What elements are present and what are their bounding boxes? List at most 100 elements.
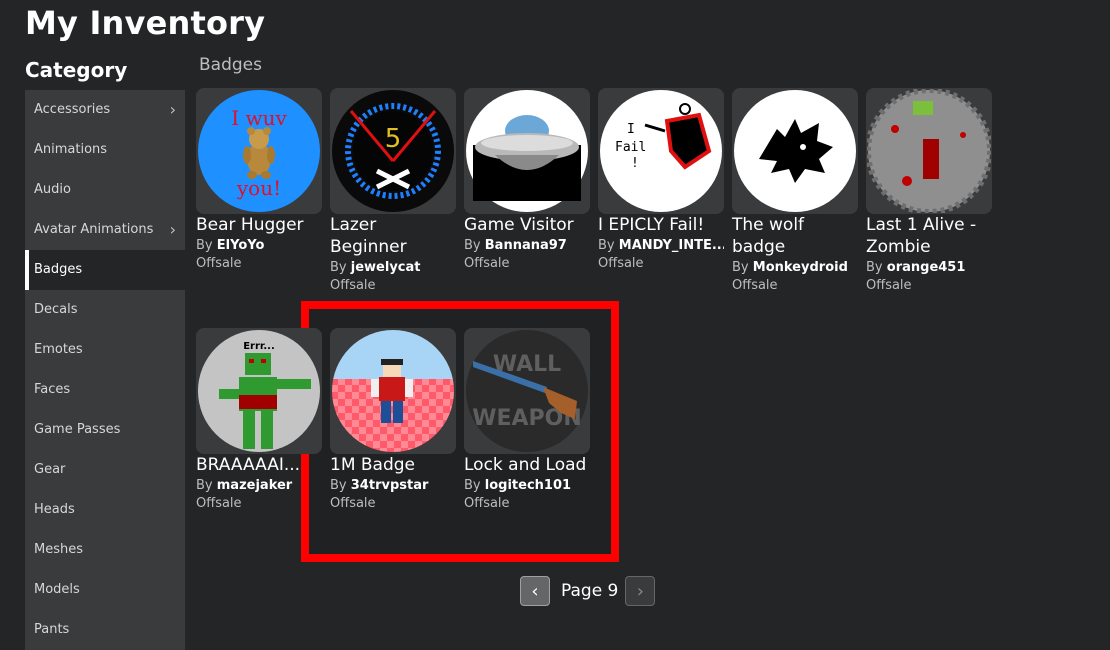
- item-price: Offsale: [196, 496, 242, 511]
- creator-link[interactable]: logitech101: [485, 478, 571, 493]
- sidebar-item-label: Avatar Animations: [34, 222, 154, 237]
- item-price: Offsale: [330, 278, 376, 293]
- item-creator: By mazejaker: [196, 478, 293, 493]
- item-name[interactable]: The wolf badge: [732, 214, 858, 258]
- item-name[interactable]: Lock and Load: [464, 454, 590, 476]
- svg-text:I wuv: I wuv: [231, 106, 287, 130]
- svg-text:5: 5: [385, 124, 402, 154]
- zombie-badge-icon: Errr...: [198, 330, 320, 452]
- item-card[interactable]: I wuv you! Bear Hugger By ElYoYo Offsale: [196, 88, 322, 271]
- item-price: Offsale: [732, 278, 778, 293]
- item-creator: By ElYoYo: [196, 238, 265, 253]
- chevron-right-icon: ›: [169, 100, 176, 119]
- item-price: Offsale: [330, 496, 376, 511]
- wall-weapon-badge-icon: WALL WEAPON: [466, 330, 588, 452]
- chevron-left-icon: ‹: [531, 580, 539, 602]
- item-price: Offsale: [598, 256, 644, 271]
- sidebar-item-audio[interactable]: Audio: [25, 170, 185, 210]
- creator-link[interactable]: jewelycat: [351, 260, 421, 275]
- sidebar-item-label: Decals: [34, 302, 78, 317]
- item-card[interactable]: The wolf badge By Monkeydroid Offsale: [732, 88, 858, 293]
- svg-text:!: !: [631, 156, 639, 171]
- sidebar-item-models[interactable]: Models: [25, 570, 185, 610]
- item-card[interactable]: 1M Badge By 34trvpstar Offsale: [330, 328, 456, 511]
- creator-link[interactable]: MANDY_INTE...: [619, 238, 724, 253]
- item-card[interactable]: Errr... BRAAAAAI... By mazejaker Offsale: [196, 328, 322, 511]
- item-creator: By orange451: [866, 260, 966, 275]
- sidebar-item-emotes[interactable]: Emotes: [25, 330, 185, 370]
- lazer-beginner-badge-icon: 5: [332, 90, 454, 212]
- item-creator: By 34trvpstar: [330, 478, 429, 493]
- item-card[interactable]: I Fail ! I EPICLY Fail! By MANDY_INTE...…: [598, 88, 724, 271]
- epic-fail-badge-icon: I Fail !: [600, 90, 722, 212]
- creator-link[interactable]: mazejaker: [217, 478, 292, 493]
- sidebar-item-label: Accessories: [34, 102, 111, 117]
- creator-link[interactable]: orange451: [887, 260, 966, 275]
- item-name[interactable]: BRAAAAAI...: [196, 454, 322, 476]
- item-price: Offsale: [464, 256, 510, 271]
- sidebar-item-game-passes[interactable]: Game Passes: [25, 410, 185, 450]
- creator-link[interactable]: Bannana97: [485, 238, 567, 253]
- wolf-badge-icon: [734, 90, 856, 212]
- previous-page-button[interactable]: ‹: [520, 576, 550, 606]
- sidebar-item-label: Badges: [34, 262, 83, 277]
- sidebar-item-pants[interactable]: Pants: [25, 610, 185, 650]
- sidebar-item-badges[interactable]: Badges: [25, 250, 185, 290]
- item-thumbnail[interactable]: Errr...: [196, 328, 322, 454]
- ufo-badge-icon: [466, 90, 588, 212]
- svg-text:I: I: [627, 122, 635, 137]
- chevron-right-icon: ›: [169, 220, 176, 239]
- item-thumbnail[interactable]: I wuv you!: [196, 88, 322, 214]
- item-thumbnail[interactable]: [464, 88, 590, 214]
- item-card[interactable]: Last 1 Alive - Zombie By orange451 Offsa…: [866, 88, 992, 293]
- next-page-button[interactable]: ›: [625, 576, 656, 606]
- item-creator: By logitech101: [464, 478, 572, 493]
- sidebar-item-label: Meshes: [34, 542, 83, 557]
- item-name[interactable]: Last 1 Alive - Zombie: [866, 214, 992, 258]
- item-thumbnail[interactable]: WALL WEAPON: [464, 328, 590, 454]
- item-name[interactable]: I EPICLY Fail!: [598, 214, 724, 236]
- creator-link[interactable]: 34trvpstar: [351, 478, 429, 493]
- sidebar-item-avatar-animations[interactable]: Avatar Animations ›: [25, 210, 185, 250]
- sidebar-item-gear[interactable]: Gear: [25, 450, 185, 490]
- bear-hugger-badge-icon: I wuv you!: [198, 90, 320, 212]
- sidebar-item-animations[interactable]: Animations: [25, 130, 185, 170]
- sidebar-item-accessories[interactable]: Accessories ›: [25, 90, 185, 130]
- item-price: Offsale: [464, 496, 510, 511]
- sidebar-item-faces[interactable]: Faces: [25, 370, 185, 410]
- creator-link[interactable]: ElYoYo: [217, 238, 265, 253]
- item-thumbnail[interactable]: I Fail !: [598, 88, 724, 214]
- item-thumbnail[interactable]: [732, 88, 858, 214]
- item-thumbnail[interactable]: 5: [330, 88, 456, 214]
- item-card[interactable]: Game Visitor By Bannana97 Offsale: [464, 88, 590, 271]
- item-card[interactable]: 5 Lazer Beginner By jewelycat Offsale: [330, 88, 456, 293]
- sidebar-item-label: Heads: [34, 502, 75, 517]
- creator-link[interactable]: Monkeydroid: [753, 260, 848, 275]
- item-price: Offsale: [196, 256, 242, 271]
- item-thumbnail[interactable]: [330, 328, 456, 454]
- item-name[interactable]: Game Visitor: [464, 214, 590, 236]
- item-name[interactable]: Lazer Beginner: [330, 214, 456, 258]
- item-name[interactable]: 1M Badge: [330, 454, 456, 476]
- item-card[interactable]: WALL WEAPON Lock and Load By logitech101…: [464, 328, 590, 511]
- sidebar-item-label: Game Passes: [34, 422, 121, 437]
- item-name[interactable]: Bear Hugger: [196, 214, 322, 236]
- sidebar-item-label: Gear: [34, 462, 66, 477]
- item-thumbnail[interactable]: [866, 88, 992, 214]
- sidebar-item-label: Faces: [34, 382, 71, 397]
- sidebar-item-heads[interactable]: Heads: [25, 490, 185, 530]
- page-indicator: Page 9: [561, 581, 619, 601]
- section-title: Badges: [199, 55, 262, 75]
- sidebar-item-label: Models: [34, 582, 80, 597]
- 1m-badge-icon: [332, 330, 454, 452]
- sidebar-item-decals[interactable]: Decals: [25, 290, 185, 330]
- sidebar-item-label: Animations: [34, 142, 108, 157]
- item-creator: By Monkeydroid: [732, 260, 848, 275]
- item-creator: By Bannana97: [464, 238, 567, 253]
- page-title: My Inventory: [25, 4, 266, 42]
- sidebar-item-meshes[interactable]: Meshes: [25, 530, 185, 570]
- item-creator: By MANDY_INTE...: [598, 238, 724, 253]
- sidebar-item-label: Emotes: [34, 342, 83, 357]
- last-alive-badge-icon: [867, 89, 991, 213]
- svg-text:Errr...: Errr...: [243, 341, 275, 352]
